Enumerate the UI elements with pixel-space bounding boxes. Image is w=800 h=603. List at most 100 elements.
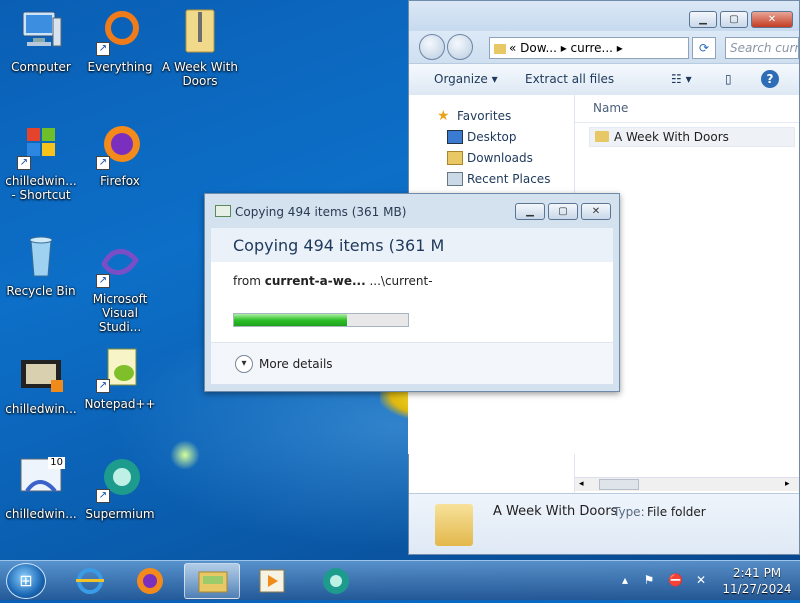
desktop-icon-label: chilledwin... — [5, 402, 77, 416]
desktop-icon-chilledwin-video[interactable]: chilledwin... — [2, 350, 80, 416]
column-header-name[interactable]: Name — [575, 95, 799, 123]
back-button[interactable] — [419, 34, 445, 60]
taskbar-firefox[interactable] — [122, 563, 178, 599]
progress-fill — [234, 314, 348, 326]
scroll-thumb[interactable] — [599, 479, 639, 490]
star-icon: ★ — [437, 108, 450, 124]
taskbar: ⊞ ▴ ⚑ ⛔ ✕ 2:41 PM 11/27/2024 — [0, 560, 800, 600]
nav-item-favorites[interactable]: ★ Favorites — [437, 109, 511, 123]
wallpaper-glow — [170, 440, 200, 470]
desktop-icon-label: Recycle Bin — [6, 284, 76, 298]
desktop-icon-label: Computer — [11, 60, 71, 74]
chevron-down-icon[interactable]: ▾ — [235, 355, 253, 373]
action-center-icon[interactable]: ⚑ — [642, 573, 656, 587]
minimize-button[interactable]: ▁ — [689, 11, 717, 28]
desktop-icon-a-week-with-doors[interactable]: A Week With Doors — [161, 8, 239, 88]
folder-icon — [435, 504, 473, 546]
desktop-icon-label: Notepad++ — [84, 397, 156, 411]
copy-progress-bar — [233, 313, 409, 327]
from-source-link[interactable]: current-a-we... — [265, 274, 366, 288]
supermium-icon: ↗ — [96, 455, 144, 503]
refresh-button[interactable]: ⟳ — [692, 37, 716, 59]
preview-pane-icon[interactable]: ▯ — [725, 72, 732, 86]
desktop-icon-notepad-plus-plus[interactable]: ↗ Notepad++ — [81, 345, 159, 411]
taskbar-explorer[interactable] — [184, 563, 240, 599]
desktop-icon-computer[interactable]: Computer — [2, 8, 80, 74]
recycle-bin-icon — [17, 232, 65, 280]
forward-button[interactable] — [447, 34, 473, 60]
computer-icon — [17, 8, 65, 56]
show-hidden-icons-icon[interactable]: ▴ — [618, 573, 632, 587]
desktop-icon-label: Microsoft Visual Studi... — [92, 292, 148, 334]
supermium-icon — [323, 568, 349, 594]
list-item-label: A Week With Doors — [614, 130, 729, 144]
nav-item-recent-places[interactable]: Recent Places — [447, 172, 550, 186]
scroll-left-icon[interactable]: ◂ — [579, 478, 589, 490]
recent-places-icon — [447, 172, 463, 186]
desktop-icon-supermium[interactable]: ↗ Supermium — [81, 455, 159, 521]
dialog-footer: ▾ More details — [211, 342, 613, 384]
clock[interactable]: 2:41 PM 11/27/2024 — [722, 565, 792, 597]
close-button[interactable]: ✕ — [751, 11, 793, 28]
app-window-icon: 10 — [17, 455, 65, 503]
more-details-button[interactable]: More details — [259, 357, 333, 371]
maximize-button[interactable]: ▢ — [548, 203, 578, 220]
shortcut-arrow-icon: ↗ — [96, 156, 110, 170]
desktop-icon-label: chilledwin... - Shortcut — [5, 174, 77, 202]
view-options-icon[interactable]: ☷ ▾ — [671, 72, 692, 86]
nav-item-label: Desktop — [467, 130, 517, 144]
details-pane: A Week With Doors Type: File folder — [409, 493, 799, 554]
explorer-titlebar[interactable]: ▁ ▢ ✕ — [409, 1, 799, 31]
address-bar[interactable]: « Dow... ▸ curre... ▸ — [489, 37, 689, 59]
video-file-icon — [17, 350, 65, 398]
from-destination-link[interactable]: ...\current- — [369, 274, 432, 288]
network-icon[interactable]: ⛔ — [668, 573, 683, 587]
volume-muted-icon[interactable]: ✕ — [694, 573, 708, 587]
address-bar-row: « Dow... ▸ curre... ▸ ⟳ Search curr... — [409, 31, 799, 63]
desktop-icon-firefox[interactable]: ↗ Firefox — [81, 122, 159, 188]
desktop-icon-label: chilledwin... — [5, 507, 77, 521]
folder-icon — [494, 43, 506, 54]
copy-icon — [215, 205, 231, 217]
desktop-icon-label: Firefox — [100, 174, 140, 188]
horizontal-scrollbar[interactable]: ◂ ▸ — [575, 477, 799, 491]
desktop-icon-chilledwin-app[interactable]: 10 chilledwin... — [2, 455, 80, 521]
desktop-icon-visual-studio[interactable]: ↗ Microsoft Visual Studi... — [81, 240, 159, 334]
extract-all-button[interactable]: Extract all files — [525, 72, 614, 86]
scroll-right-icon[interactable]: ▸ — [785, 478, 795, 490]
shortcut-arrow-icon: ↗ — [17, 156, 31, 170]
internet-explorer-icon — [76, 568, 104, 594]
taskbar-supermium[interactable] — [308, 563, 364, 599]
shortcut-arrow-icon: ↗ — [96, 379, 110, 393]
shortcut-arrow-icon: ↗ — [96, 42, 110, 56]
desktop-icon-recycle-bin[interactable]: Recycle Bin — [2, 232, 80, 298]
folder-icon — [198, 571, 228, 593]
nav-item-downloads[interactable]: Downloads — [447, 151, 533, 165]
desktop-icon-everything[interactable]: ↗ Everything — [81, 8, 159, 74]
help-icon[interactable]: ? — [761, 70, 779, 88]
desktop-icon-label: Everything — [87, 60, 153, 74]
taskbar-media-player[interactable] — [244, 563, 300, 599]
desktop-icon-chilledwin-shortcut[interactable]: ↗ chilledwin... - Shortcut — [2, 122, 80, 202]
details-name: A Week With Doors — [493, 504, 618, 519]
start-button[interactable]: ⊞ — [6, 563, 46, 599]
taskbar-internet-explorer[interactable] — [62, 563, 118, 599]
folder-icon — [595, 131, 609, 142]
desktop-icon-label: Supermium — [85, 507, 155, 521]
everything-icon: ↗ — [96, 8, 144, 56]
desktop-icon — [447, 130, 463, 144]
refresh-icon: ⟳ — [698, 41, 710, 55]
dialog-header: Copying 494 items (361 M — [211, 228, 613, 262]
nav-item-label: Downloads — [467, 151, 533, 165]
clock-time: 2:41 PM — [732, 566, 782, 580]
close-button[interactable]: ✕ — [581, 203, 611, 220]
media-player-icon — [259, 569, 285, 593]
search-input[interactable]: Search curr... — [725, 37, 799, 59]
maximize-button[interactable]: ▢ — [720, 11, 748, 28]
organize-button[interactable]: Organize ▾ — [434, 72, 498, 86]
minimize-button[interactable]: ▁ — [515, 203, 545, 220]
dialog-titlebar[interactable]: Copying 494 items (361 MB) ▁ ▢ ✕ — [205, 194, 619, 228]
zip-folder-icon — [176, 8, 224, 56]
nav-item-desktop[interactable]: Desktop — [447, 130, 517, 144]
list-item[interactable]: A Week With Doors — [589, 127, 795, 147]
